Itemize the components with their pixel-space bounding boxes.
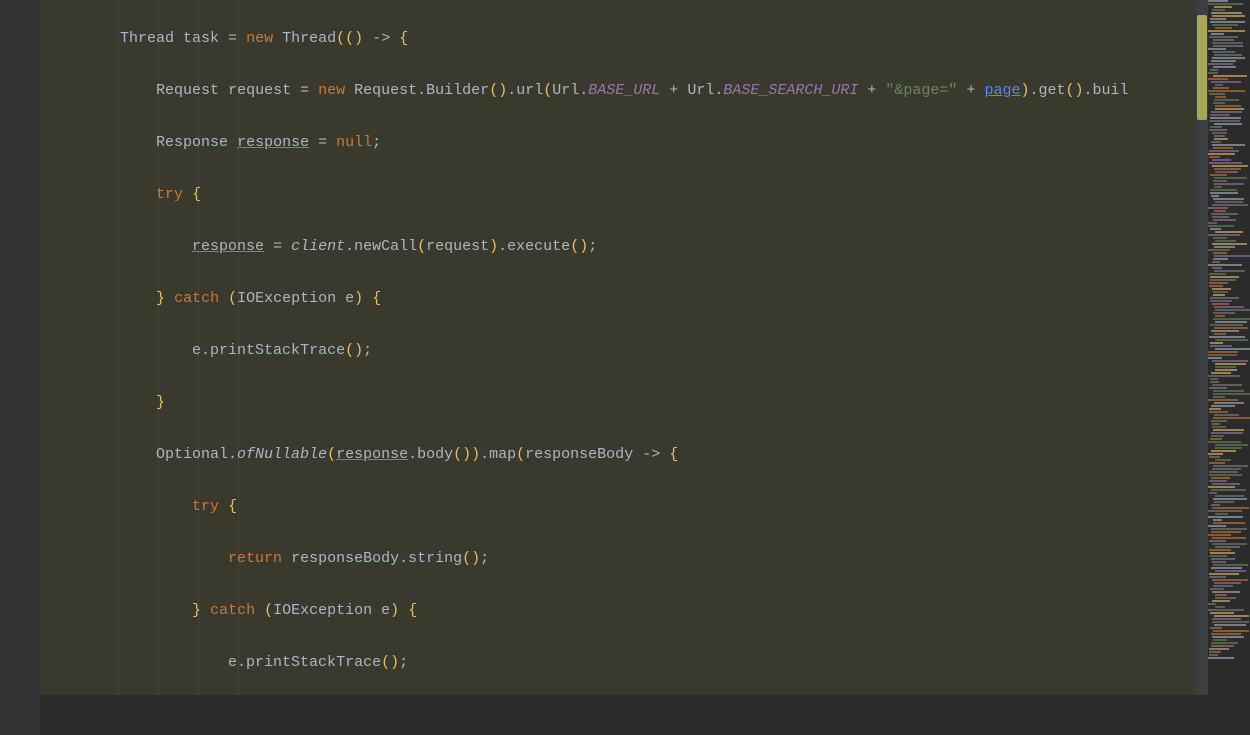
- minimap-content: [1208, 0, 1250, 659]
- gutter: [0, 0, 40, 735]
- vertical-scrollbar[interactable]: [1196, 0, 1208, 735]
- code-editor[interactable]: Thread task = new Thread(() -> { Request…: [40, 0, 1208, 735]
- code-content[interactable]: Thread task = new Thread(() -> { Request…: [40, 0, 1208, 735]
- scrollbar-thumb[interactable]: [1197, 15, 1207, 120]
- minimap[interactable]: [1208, 0, 1250, 735]
- editor-bottom-strip: [40, 695, 1208, 735]
